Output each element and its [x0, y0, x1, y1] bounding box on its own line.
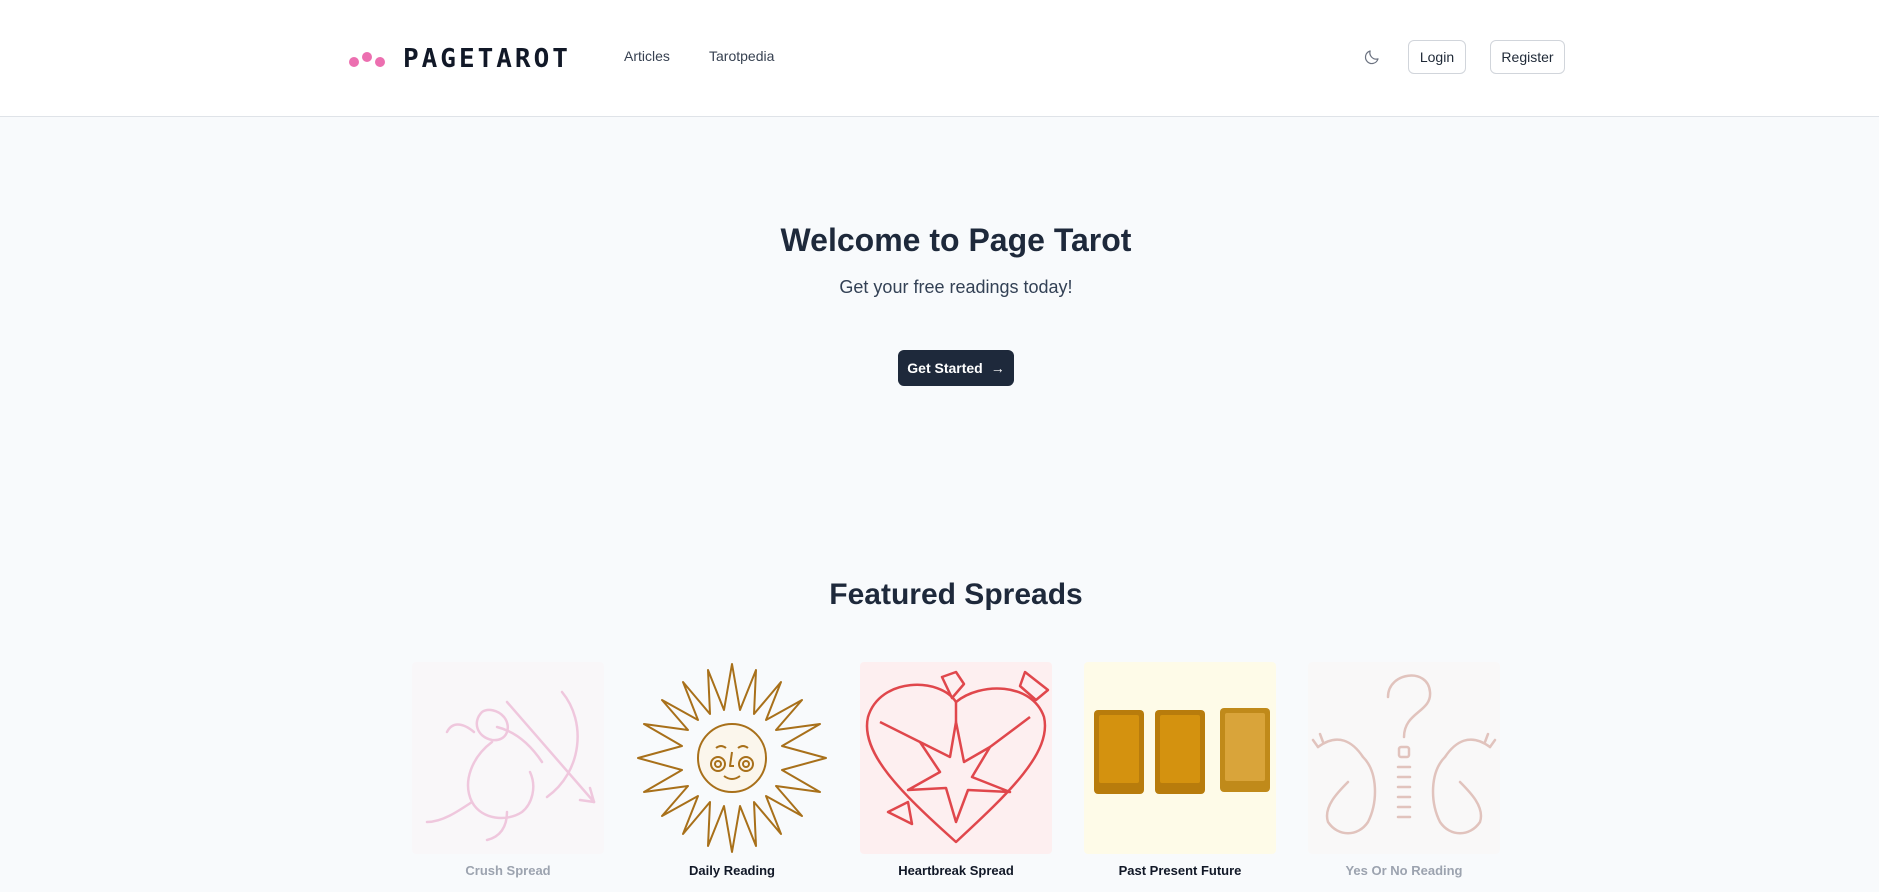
spread-label: Daily Reading — [689, 863, 775, 878]
spread-label: Yes Or No Reading — [1345, 863, 1463, 878]
spread-card-yes-or-no[interactable]: Yes Or No Reading — [1308, 662, 1500, 878]
cupid-icon — [412, 662, 604, 854]
brand-name: PAGETAROT — [403, 44, 571, 74]
spread-label: Past Present Future — [1118, 863, 1242, 878]
spread-label: Crush Spread — [465, 863, 551, 878]
broken-heart-icon — [860, 662, 1052, 854]
sun-icon — [636, 662, 828, 854]
login-button[interactable]: Login — [1408, 40, 1466, 74]
spread-label: Heartbreak Spread — [898, 863, 1014, 878]
hero-subtitle: Get your free readings today! — [839, 277, 1073, 297]
register-button[interactable]: Register — [1490, 40, 1565, 74]
spread-card-heartbreak[interactable]: Heartbreak Spread — [860, 662, 1052, 878]
nav-articles[interactable]: Articles — [624, 48, 670, 64]
site-header: PAGETAROT Articles Tarotpedia Login Regi… — [0, 0, 1879, 117]
spread-card-daily[interactable]: Daily Reading — [636, 662, 828, 878]
get-started-button[interactable]: Get Started → — [898, 350, 1014, 386]
arrow-right-icon: → — [990, 360, 1005, 376]
brand-logo[interactable]: PAGETAROT — [347, 44, 571, 74]
featured-spreads-title: Featured Spreads — [829, 578, 1083, 611]
logo-dots-icon — [347, 49, 389, 69]
nav-tarotpedia[interactable]: Tarotpedia — [709, 48, 774, 64]
three-cards-icon — [1084, 662, 1276, 854]
question-hands-icon — [1308, 662, 1500, 854]
moon-icon[interactable] — [1363, 48, 1381, 66]
spread-card-crush[interactable]: Crush Spread — [412, 662, 604, 878]
get-started-label: Get Started — [907, 360, 983, 376]
spread-card-past-present-future[interactable]: Past Present Future — [1084, 662, 1276, 878]
hero-title: Welcome to Page Tarot — [780, 222, 1132, 258]
